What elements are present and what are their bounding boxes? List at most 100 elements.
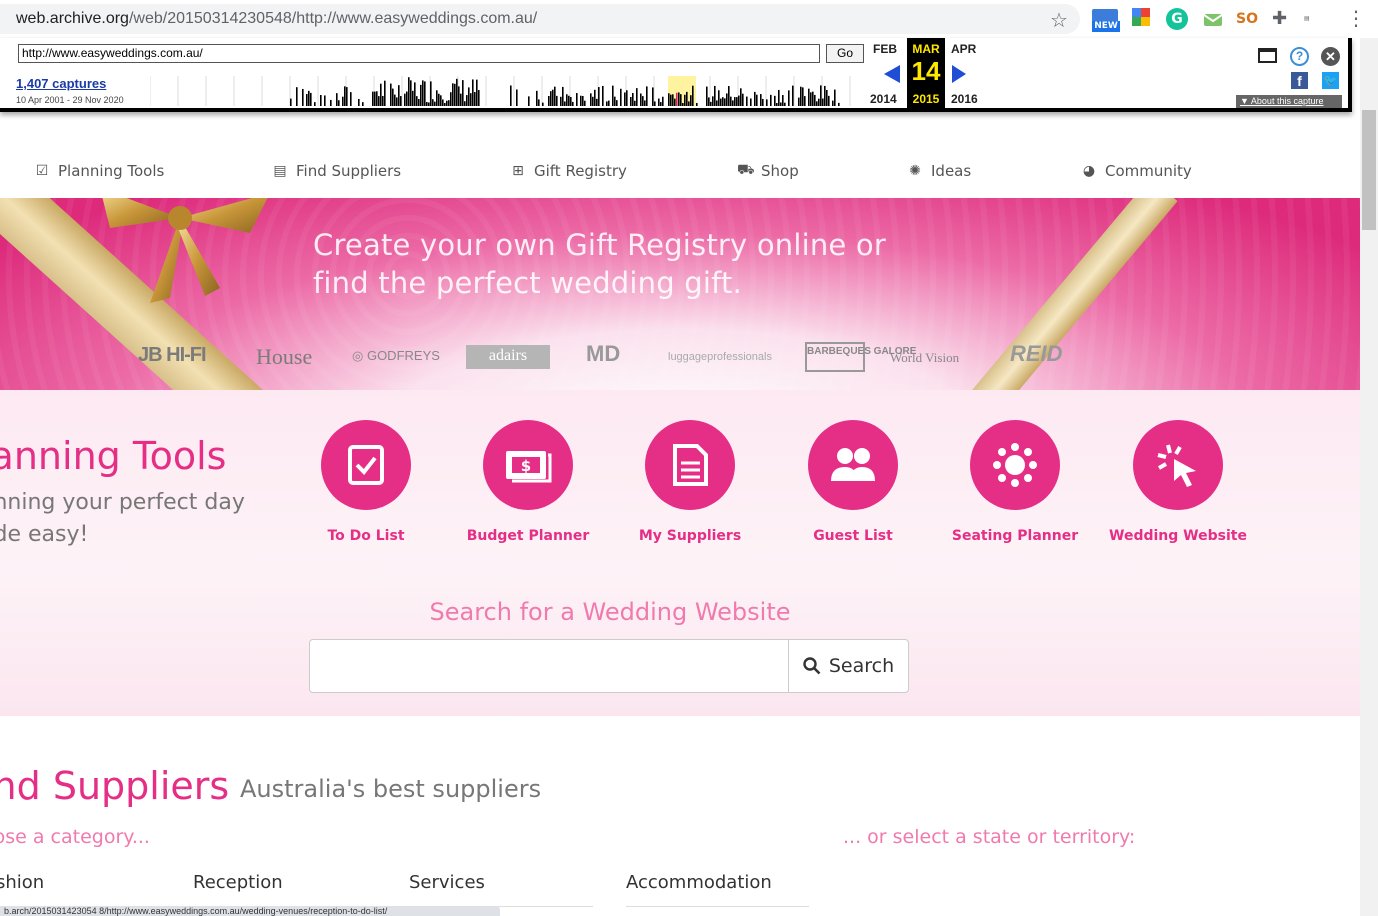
capture-bar xyxy=(766,99,768,106)
capture-bar xyxy=(324,95,326,106)
nav-planning-tools[interactable]: ☑ Planning Tools xyxy=(34,162,165,180)
cart-icon: ⛟ xyxy=(737,162,755,178)
capture-bar xyxy=(712,96,714,106)
google-icon[interactable] xyxy=(1132,8,1154,30)
capture-bar xyxy=(428,102,430,106)
scrollbar-thumb[interactable] xyxy=(1362,110,1376,230)
capture-bar xyxy=(556,95,558,106)
capture-bar xyxy=(376,91,378,106)
category-column-services[interactable]: Services xyxy=(409,872,485,893)
category-column-accommodation[interactable]: Accommodation xyxy=(626,872,772,893)
search-button[interactable]: Search xyxy=(788,639,909,693)
capture-bar xyxy=(732,100,734,106)
capture-bar xyxy=(640,93,642,106)
capture-bar xyxy=(406,91,408,106)
planning-tools-subtitle-line2: ade easy! xyxy=(0,522,89,547)
prev-month[interactable]: FEB xyxy=(873,42,897,56)
twitter-icon[interactable]: 🐦 xyxy=(1322,72,1339,89)
capture-bar xyxy=(478,90,480,106)
capture-bar xyxy=(642,96,644,106)
capture-sparkline[interactable] xyxy=(150,76,862,106)
category-column-reception[interactable]: Reception xyxy=(193,872,283,893)
puzzle-icon[interactable]: ✚ xyxy=(1272,8,1294,30)
window-icon[interactable] xyxy=(1258,48,1277,63)
nav-ideas[interactable]: ✺ Ideas xyxy=(907,162,971,180)
capture-bar xyxy=(826,89,828,106)
browser-menu-icon[interactable]: ⋮ xyxy=(1346,6,1366,30)
search-icon xyxy=(803,657,821,675)
mail-icon[interactable] xyxy=(1202,8,1224,30)
category-column-fashion[interactable]: shion xyxy=(0,872,44,893)
capture-bar xyxy=(440,95,442,106)
capture-bar xyxy=(692,85,694,106)
capture-bar xyxy=(770,94,772,106)
nav-gift-registry[interactable]: ⊞ Gift Registry xyxy=(510,162,627,180)
prev-capture-arrow-icon[interactable] xyxy=(884,65,900,83)
suppliers-icon xyxy=(645,420,735,510)
capture-bar xyxy=(516,89,518,106)
capture-bar xyxy=(722,97,724,106)
capture-bar xyxy=(452,83,454,106)
browser-toolbar: web.archive.org/web/20150314230548/http:… xyxy=(0,0,1378,38)
bookmark-star-icon[interactable]: ☆ xyxy=(1050,8,1068,32)
capture-bar xyxy=(784,102,786,106)
tool-to-do-list[interactable]: To Do List xyxy=(286,420,446,544)
about-capture-link[interactable]: ▼ About this capture xyxy=(1236,95,1342,108)
studio-icon[interactable]: ▤ xyxy=(1304,8,1326,30)
so-icon[interactable]: SO xyxy=(1236,8,1258,30)
capture-bar xyxy=(442,99,444,106)
nav-shop[interactable]: ⛟ Shop xyxy=(737,162,799,180)
gift-registry-banner[interactable]: Create your own Gift Registry online or … xyxy=(0,198,1360,390)
next-capture-arrow-icon[interactable] xyxy=(952,65,966,83)
capture-bar xyxy=(396,97,398,106)
gift-icon: ⊞ xyxy=(512,163,524,179)
nav-find-suppliers[interactable]: ▤ Find Suppliers xyxy=(272,162,401,180)
wedding-website-search-input[interactable] xyxy=(309,639,789,693)
nav-community[interactable]: ◕ Community xyxy=(1081,162,1192,180)
jbhifi-logo: JB HI-FI xyxy=(138,344,207,366)
capture-bar xyxy=(750,98,752,106)
capture-bar xyxy=(688,101,690,106)
help-icon[interactable]: ? xyxy=(1290,47,1309,66)
capture-bar xyxy=(814,94,816,106)
capture-bar xyxy=(596,98,598,106)
prev-year[interactable]: 2014 xyxy=(870,92,897,106)
capture-bar xyxy=(416,96,418,106)
capture-bar xyxy=(456,78,458,106)
capture-bar xyxy=(778,89,780,106)
new-badge-icon[interactable]: NEW xyxy=(1092,8,1120,32)
grammarly-icon[interactable]: G xyxy=(1166,8,1188,30)
wedding-website-search-heading: Search for a Wedding Website xyxy=(429,598,791,626)
wayback-go-button[interactable]: Go xyxy=(826,44,864,63)
capture-bar xyxy=(342,96,344,106)
next-month[interactable]: APR xyxy=(951,42,976,56)
capture-bar xyxy=(730,96,732,106)
tool-label: Budget Planner xyxy=(466,528,590,544)
wayback-url-input[interactable]: http://www.easyweddings.com.au/ xyxy=(18,44,820,63)
close-icon[interactable]: ✕ xyxy=(1321,47,1340,66)
tool-guest-list[interactable]: Guest List xyxy=(773,420,933,544)
capture-bar xyxy=(782,95,784,106)
banner-headline-line2: find the perfect wedding gift. xyxy=(313,266,743,300)
capture-bar xyxy=(466,95,468,106)
capture-bar xyxy=(448,100,450,106)
capture-bar xyxy=(646,86,648,106)
nav-label: Planning Tools xyxy=(58,162,165,180)
captures-link[interactable]: 1,407 captures xyxy=(16,76,106,91)
godfreys-logo: ◎ GODFREYS xyxy=(352,348,440,363)
capture-bar xyxy=(378,96,380,106)
address-bar[interactable]: web.archive.org/web/20150314230548/http:… xyxy=(0,4,1080,34)
facebook-icon[interactable]: f xyxy=(1291,72,1308,89)
tool-budget-planner[interactable]: $ Budget Planner xyxy=(448,420,608,544)
next-year[interactable]: 2016 xyxy=(951,92,978,106)
capture-bar xyxy=(706,86,708,106)
capture-bar xyxy=(754,91,756,106)
capture-bar xyxy=(308,90,310,106)
capture-bar xyxy=(392,88,394,106)
capture-bar xyxy=(560,96,562,106)
tool-wedding-website[interactable]: Wedding Website xyxy=(1098,420,1258,544)
todo-icon xyxy=(321,420,411,510)
capture-bar xyxy=(810,92,812,106)
tool-my-suppliers[interactable]: My Suppliers xyxy=(610,420,770,544)
tool-seating-planner[interactable]: Seating Planner xyxy=(935,420,1095,544)
